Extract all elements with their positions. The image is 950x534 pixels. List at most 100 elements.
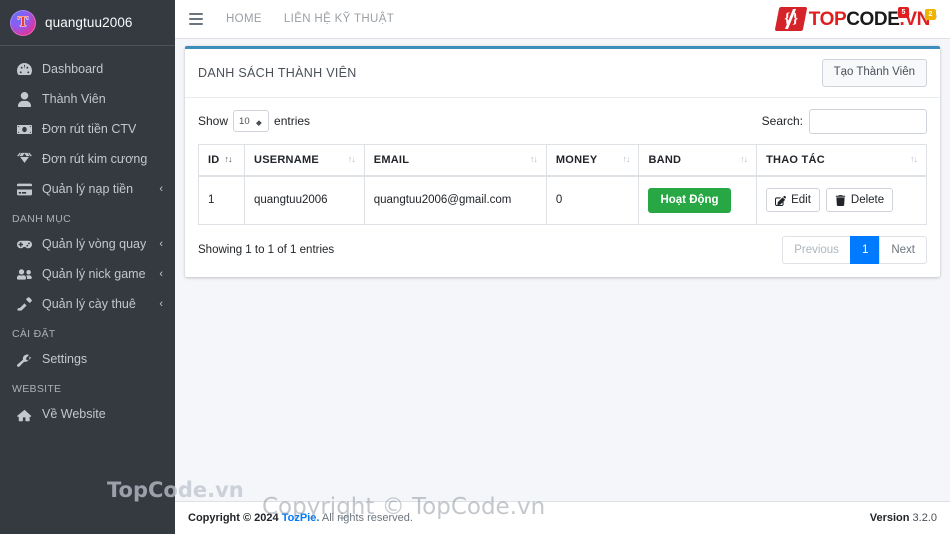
search-control: Search: bbox=[761, 108, 927, 134]
cell-id: 1 bbox=[198, 175, 245, 225]
sort-icon: ↑↓ bbox=[622, 154, 630, 164]
column-label: USERNAME bbox=[254, 153, 319, 166]
sort-icon: ↑↓ bbox=[910, 154, 918, 164]
sidebar-item-don-rut-kim-cuong[interactable]: Đơn rút kim cương bbox=[0, 144, 175, 174]
chevron-left-icon: ‹ bbox=[159, 182, 163, 195]
pagination-next[interactable]: Next bbox=[879, 236, 927, 265]
trash-icon bbox=[835, 194, 846, 206]
footer: Copyright © 2024 TozPie. All rights rese… bbox=[175, 501, 950, 534]
version-label: Version bbox=[869, 512, 910, 524]
cell-email: quangtuu2006@gmail.com bbox=[363, 175, 547, 225]
home-icon bbox=[14, 407, 34, 422]
pagination-page-1[interactable]: 1 bbox=[849, 236, 881, 265]
search-input[interactable] bbox=[809, 108, 927, 134]
content-wrapper: DANH SÁCH THÀNH VIÊN Tạo Thành Viên Show… bbox=[175, 39, 950, 278]
app-root: T quangtuu2006 Dashboard Thành Viên Đơn … bbox=[0, 0, 950, 534]
notification-badge-red[interactable]: 5 bbox=[898, 7, 909, 18]
topnav-link-home[interactable]: HOME bbox=[215, 13, 273, 25]
sidebar-item-ve-website[interactable]: Về Website bbox=[0, 399, 175, 429]
chevron-left-icon: ‹ bbox=[159, 297, 163, 310]
column-header-username[interactable]: USERNAME ↑↓ bbox=[244, 143, 365, 177]
table-header-row: ID ↑↓ USERNAME ↑↓ EMAIL ↑↓ MONEY ↑↓ BAND… bbox=[198, 143, 927, 177]
sidebar-item-quan-ly-nick-game[interactable]: Quản lý nick game ‹ bbox=[0, 259, 175, 289]
sidebar-item-quan-ly-vong-quay[interactable]: Quản lý vòng quay ‹ bbox=[0, 229, 175, 259]
main-area: HOME LIÊN HỆ KỸ THUẬT {/} TOPCODE.VN 5 2 bbox=[175, 0, 950, 534]
column-header-thao-tac[interactable]: THAO TÁC ↑↓ bbox=[756, 143, 927, 177]
cell-money: 0 bbox=[545, 175, 640, 225]
footer-company[interactable]: TozPie. bbox=[282, 512, 320, 524]
marker-icon bbox=[14, 296, 34, 312]
topbar: HOME LIÊN HỆ KỸ THUẬT {/} TOPCODE.VN 5 2 bbox=[175, 0, 950, 39]
sort-icon: ↑↓ bbox=[740, 154, 748, 164]
hamburger-icon[interactable] bbox=[183, 6, 209, 32]
delete-label: Delete bbox=[850, 194, 885, 207]
logo-text: TOPCODE.VN bbox=[809, 8, 931, 30]
column-header-email[interactable]: EMAIL ↑↓ bbox=[363, 143, 547, 177]
sidebar-item-settings[interactable]: Settings bbox=[0, 344, 175, 374]
card-header: DANH SÁCH THÀNH VIÊN Tạo Thành Viên bbox=[185, 49, 940, 98]
chevron-left-icon: ‹ bbox=[159, 237, 163, 250]
topnav-link-lien-he-ky-thuat[interactable]: LIÊN HỆ KỸ THUẬT bbox=[273, 13, 405, 25]
edit-label: Edit bbox=[791, 194, 811, 207]
sidebar-item-label: Thành Viên bbox=[42, 92, 106, 106]
footer-version: Version 3.2.0 bbox=[870, 512, 937, 524]
sidebar-item-don-rut-tien-ctv[interactable]: Đơn rút tiền CTV bbox=[0, 114, 175, 144]
column-header-id[interactable]: ID ↑↓ bbox=[198, 143, 245, 177]
sidebar-section-cai-dat: CÀI ĐẶT bbox=[12, 328, 56, 340]
sidebar-item-label: Settings bbox=[42, 352, 88, 366]
column-header-band[interactable]: BAND ↑↓ bbox=[638, 143, 758, 177]
column-label: ID bbox=[208, 153, 220, 166]
sidebar-item-label: Dashboard bbox=[42, 62, 104, 76]
sidebar-section-website: WEBSITE bbox=[12, 383, 62, 395]
sidebar-nav: Dashboard Thành Viên Đơn rút tiền CTV Đơ… bbox=[0, 46, 175, 429]
card-body: Show 102550100 entries Search: bbox=[185, 98, 940, 278]
money-bill-icon bbox=[14, 122, 34, 137]
status-badge: Hoạt Động bbox=[648, 187, 731, 213]
sidebar-item-dashboard[interactable]: Dashboard bbox=[0, 54, 175, 84]
table-body: 1 quangtuu2006 quangtuu2006@gmail.com 0 … bbox=[198, 175, 927, 225]
sidebar-item-label: Về Website bbox=[42, 407, 106, 421]
sidebar-item-label: Đơn rút tiền CTV bbox=[42, 122, 137, 136]
site-logo[interactable]: {/} TOPCODE.VN 5 2 bbox=[774, 7, 940, 31]
edit-button[interactable]: Edit bbox=[766, 188, 820, 213]
pagination-previous[interactable]: Previous bbox=[782, 236, 851, 265]
column-header-money[interactable]: MONEY ↑↓ bbox=[545, 143, 640, 177]
column-label: BAND bbox=[648, 153, 682, 166]
footer-copyright: Copyright © 2024 TozPie. All rights rese… bbox=[188, 512, 413, 524]
sidebar-section-danh-muc: DANH MỤC bbox=[12, 213, 71, 225]
sidebar-item-quan-ly-cay-thue[interactable]: Quản lý cày thuê ‹ bbox=[0, 289, 175, 319]
sidebar-item-label: Quản lý cày thuê bbox=[42, 297, 136, 311]
footer-copyright-text: Copyright © 2024 bbox=[188, 512, 279, 524]
column-label: EMAIL bbox=[373, 153, 410, 166]
sidebar: T quangtuu2006 Dashboard Thành Viên Đơn … bbox=[0, 0, 175, 534]
search-label: Search: bbox=[761, 114, 803, 128]
user-friends-icon bbox=[14, 267, 34, 282]
credit-card-icon bbox=[14, 182, 34, 197]
sort-icon: ↑↓ bbox=[529, 154, 538, 164]
sidebar-item-label: Đơn rút kim cương bbox=[42, 152, 148, 166]
datatable-controls: Show 102550100 entries Search: bbox=[198, 108, 927, 134]
version-number: 3.2.0 bbox=[912, 512, 937, 524]
sidebar-item-label: Quản lý vòng quay bbox=[42, 237, 147, 251]
avatar-letter: T bbox=[17, 14, 28, 30]
sidebar-item-thanh-vien[interactable]: Thành Viên bbox=[0, 84, 175, 114]
avatar: T bbox=[10, 9, 36, 36]
sidebar-item-quan-ly-nap-tien[interactable]: Quản lý nạp tiền ‹ bbox=[0, 174, 175, 204]
user-icon bbox=[14, 91, 34, 107]
sidebar-item-label: Quản lý nạp tiền bbox=[42, 182, 134, 196]
members-card: DANH SÁCH THÀNH VIÊN Tạo Thành Viên Show… bbox=[185, 46, 940, 278]
logo-text-code: CODE bbox=[846, 8, 900, 30]
notification-badge-yellow[interactable]: 2 bbox=[925, 9, 936, 20]
pagination: Previous 1 Next bbox=[782, 236, 927, 265]
create-member-button[interactable]: Tạo Thành Viên bbox=[821, 59, 927, 87]
chevron-left-icon: ‹ bbox=[159, 267, 163, 280]
delete-button[interactable]: Delete bbox=[825, 188, 894, 213]
page-title: DANH SÁCH THÀNH VIÊN bbox=[198, 65, 357, 80]
sidebar-brand[interactable]: T quangtuu2006 bbox=[0, 0, 175, 46]
table-row: 1 quangtuu2006 quangtuu2006@gmail.com 0 … bbox=[198, 175, 927, 225]
column-label: MONEY bbox=[555, 153, 598, 166]
entries-length-control: Show 102550100 entries bbox=[198, 110, 310, 132]
column-label: THAO TÁC bbox=[766, 153, 825, 166]
dashboard-icon bbox=[14, 62, 34, 77]
entries-select[interactable]: 102550100 bbox=[233, 110, 270, 132]
